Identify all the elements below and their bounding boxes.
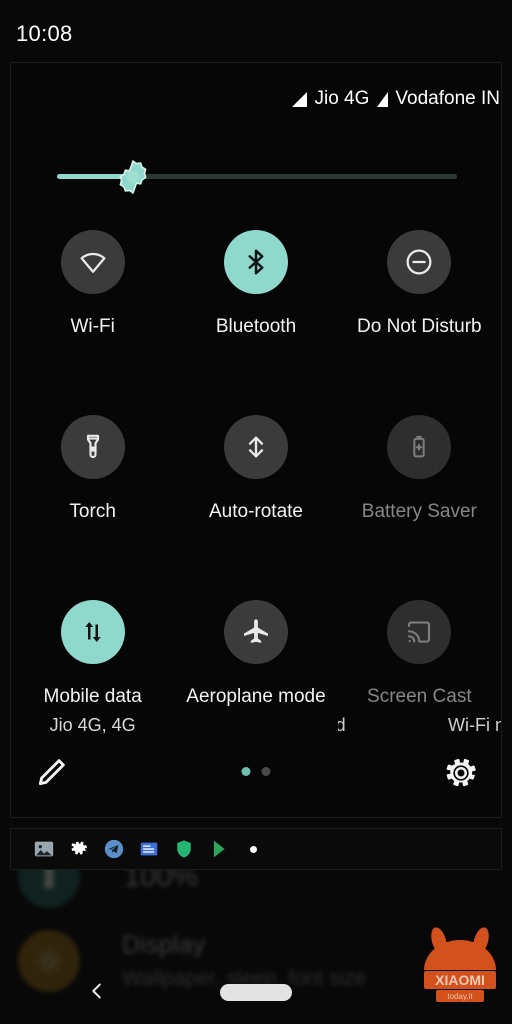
tile-do-not-disturb-label: Do Not Disturb: [357, 316, 482, 337]
auto-rotate-icon: [223, 415, 288, 479]
gallery-icon: [34, 841, 54, 857]
tile-wifi-label: Wi-Fi: [70, 316, 115, 337]
flashlight-icon: [60, 415, 125, 479]
carrier-2-label: Vodafone IN: [395, 88, 500, 109]
news-document-icon: [140, 842, 158, 856]
tile-wifi[interactable]: Wi-Fi: [11, 223, 174, 408]
tile-torch[interactable]: Torch: [11, 408, 174, 593]
tile-screen-cast-label: Screen Cast: [367, 686, 472, 707]
tile-bluetooth[interactable]: Bluetooth: [174, 223, 337, 408]
ghost-subtitle-left: ed: [338, 715, 346, 736]
quick-settings-footer: [11, 735, 501, 817]
page-indicator: [241, 767, 271, 776]
home-pill[interactable]: [220, 984, 292, 1001]
tile-mobile-data-subtitle: Jio 4G, 4G: [49, 714, 136, 735]
tile-aeroplane-mode-label: Aeroplane mode: [186, 686, 326, 707]
quick-settings-tiles: Wi-Fi Bluetooth Do Not Disturb Torch Aut…: [11, 223, 501, 778]
tile-row-1: Wi-Fi Bluetooth Do Not Disturb: [11, 223, 501, 408]
brightness-slider[interactable]: [57, 160, 457, 194]
tile-torch-label: Torch: [69, 501, 116, 522]
back-chevron-icon[interactable]: [86, 976, 108, 1006]
carrier-1-label: Jio 4G: [314, 88, 370, 109]
carrier-2: Vodafone IN: [377, 88, 500, 110]
airplane-icon: [223, 600, 288, 664]
settings-gear-icon: [71, 841, 87, 855]
tile-bluetooth-label: Bluetooth: [215, 316, 297, 337]
status-carriers: Jio 4G Vodafone IN: [292, 88, 500, 110]
page-dot-1[interactable]: [241, 767, 251, 776]
status-clock: 10:08: [16, 21, 73, 46]
minus-circle-icon: [387, 230, 452, 294]
shield-icon: [177, 840, 191, 858]
wifi-icon: [60, 230, 125, 294]
bluetooth-icon: [223, 230, 288, 294]
more-notifications-dot: [250, 845, 257, 853]
status-bar: 10:08 Jio 4G Vodafone IN: [0, 0, 512, 109]
brightness-sun-icon[interactable]: [116, 160, 150, 194]
tile-battery-saver[interactable]: Battery Saver: [338, 408, 501, 593]
tile-do-not-disturb[interactable]: Do Not Disturb: [338, 223, 501, 408]
page-dot-2[interactable]: [261, 767, 271, 776]
battery-plus-icon: [387, 415, 452, 479]
play-store-icon: [213, 840, 225, 858]
gear-icon[interactable]: [441, 753, 481, 793]
tile-auto-rotate-label: Auto-rotate: [208, 501, 303, 522]
carrier-1: Jio 4G: [292, 88, 369, 110]
navigation-bar: [0, 962, 512, 1024]
tile-mobile-data-label: Mobile data: [43, 686, 142, 707]
cast-icon: [387, 600, 452, 664]
ghost-subtitle-right: Wi-Fi no: [447, 714, 501, 735]
quick-settings-panel: Wi-Fi Bluetooth Do Not Disturb Torch Aut…: [10, 62, 502, 818]
tile-battery-saver-label: Battery Saver: [361, 501, 477, 522]
signal-triangle-icon: [292, 91, 308, 107]
notification-icon-strip[interactable]: [10, 828, 502, 870]
telegram-icon: [104, 839, 124, 859]
pencil-icon[interactable]: [31, 753, 71, 793]
tile-screen-cast-subtitle-ghost: ed Wi-Fi no: [338, 715, 501, 737]
signal-triangle-icon: [377, 91, 389, 107]
tile-row-2: Torch Auto-rotate Battery Saver: [11, 408, 501, 593]
tile-auto-rotate[interactable]: Auto-rotate: [174, 408, 337, 593]
data-arrows-icon: [60, 600, 125, 664]
